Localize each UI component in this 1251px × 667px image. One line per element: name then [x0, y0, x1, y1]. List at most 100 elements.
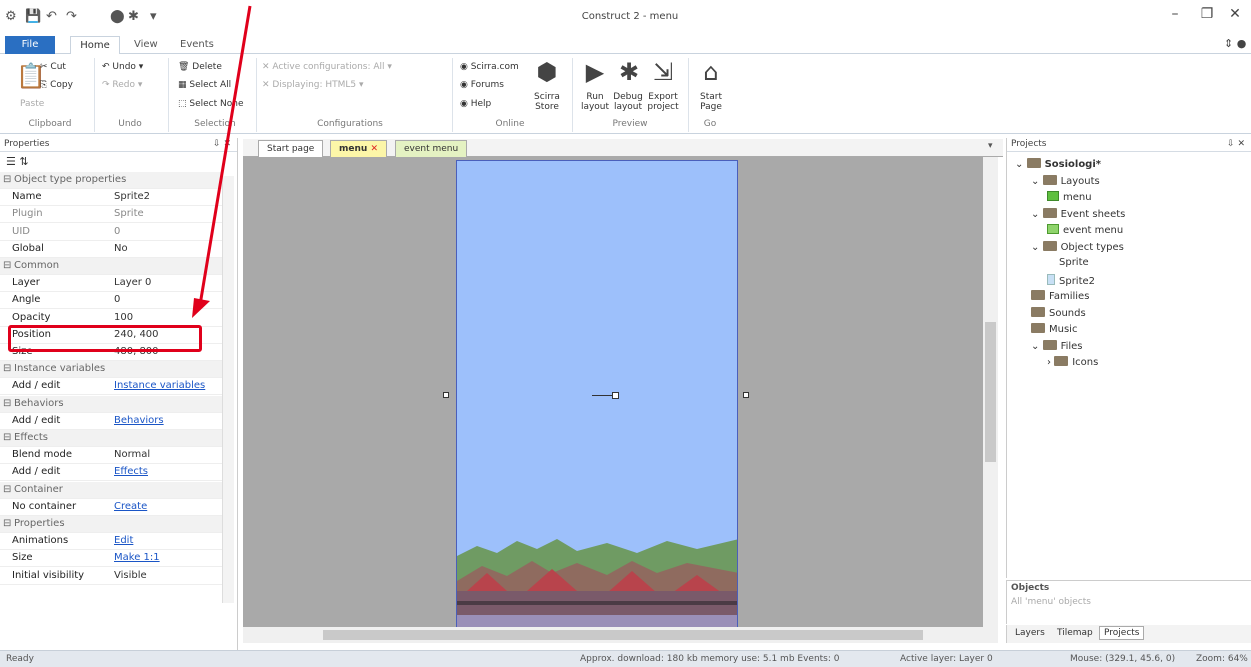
export-project-button[interactable]: Export project — [644, 92, 682, 112]
tree-item[interactable]: ⌄ Event sheets — [1031, 207, 1125, 220]
tree-item[interactable]: menu — [1047, 191, 1092, 203]
select-none-button[interactable]: ⬚ Select None — [178, 99, 243, 109]
property-link[interactable]: Effects — [114, 466, 148, 477]
property-row[interactable]: Layer Layer 0 — [0, 275, 222, 293]
tree-item[interactable]: Music — [1031, 323, 1077, 335]
minimize-button[interactable]: – — [1165, 6, 1185, 22]
close-tab-icon[interactable]: ✕ — [370, 144, 378, 154]
start-page-button[interactable]: Start Page — [696, 92, 726, 112]
tree-item[interactable]: ⌄ Files — [1031, 339, 1083, 352]
resize-handle-right[interactable] — [743, 392, 749, 398]
store-icon[interactable]: ⬢ — [530, 58, 564, 86]
property-section[interactable]: ⊟ Effects — [0, 430, 222, 447]
undo-button[interactable]: ↶ Undo ▾ — [102, 62, 143, 72]
run-layout-button[interactable]: Run layout — [578, 92, 612, 112]
property-row[interactable]: Plugin Sprite — [0, 206, 222, 224]
tab-file[interactable]: File — [5, 36, 55, 54]
collapse-icon[interactable]: ⊟ — [3, 398, 11, 409]
delete-button[interactable]: 🗑 Delete — [178, 62, 222, 72]
tree-item[interactable]: Sprite2 — [1047, 273, 1095, 287]
store-button[interactable]: Scirra Store — [532, 92, 562, 112]
collapse-icon[interactable]: ⊟ — [3, 518, 11, 529]
property-link[interactable]: Edit — [114, 535, 133, 546]
canvas-horizontal-scrollbar[interactable] — [243, 627, 998, 643]
cut-button[interactable]: ✂ Cut — [40, 62, 66, 72]
property-row[interactable]: Name Sprite2 — [0, 189, 222, 207]
property-section[interactable]: ⊟ Container — [0, 481, 222, 499]
property-row[interactable]: Initial visibility Visible — [0, 568, 222, 585]
collapse-icon[interactable]: ⊟ — [3, 484, 11, 495]
redo-button[interactable]: ↷ Redo ▾ — [102, 80, 142, 90]
chevron-down-icon[interactable]: ⌄ — [1031, 176, 1043, 187]
tree-item[interactable]: Families — [1031, 290, 1089, 302]
tree-item[interactable]: › Icons — [1047, 356, 1098, 368]
tab-home[interactable]: Home — [70, 36, 120, 55]
tab-event-menu[interactable]: event menu — [395, 140, 468, 157]
tab-layers[interactable]: Layers — [1015, 628, 1045, 638]
property-link[interactable]: Make 1:1 — [114, 552, 160, 563]
property-link[interactable]: Behaviors — [114, 415, 164, 426]
sort-icons[interactable]: ☰ ⇅ — [0, 152, 237, 170]
paste-button[interactable]: Paste — [20, 99, 44, 109]
property-row[interactable]: Animations Edit — [0, 533, 222, 551]
redo-icon[interactable]: ↷ — [66, 9, 77, 24]
layout-area[interactable] — [456, 160, 738, 628]
home-icon[interactable]: ⌂ — [694, 58, 728, 86]
run-layout-icon[interactable]: ▶ — [578, 58, 612, 86]
copy-button[interactable]: ⎘ Copy — [40, 80, 73, 90]
collapse-icon[interactable]: ⊟ — [3, 363, 11, 374]
active-configurations-dropdown[interactable]: ✕ Active configurations: All ▾ — [262, 62, 392, 72]
scroll-thumb[interactable] — [323, 630, 923, 640]
customize-icon[interactable]: ▾ — [150, 9, 157, 24]
property-section[interactable]: ⊟ Behaviors — [0, 395, 222, 413]
property-section[interactable]: ⊟ Properties — [0, 516, 222, 533]
save-icon[interactable]: 💾 — [25, 9, 41, 24]
scroll-thumb[interactable] — [985, 322, 996, 462]
property-row[interactable]: Blend mode Normal — [0, 447, 222, 465]
select-all-button[interactable]: ▦ Select All — [178, 80, 231, 90]
tab-view[interactable]: View — [124, 36, 168, 54]
chevron-down-icon[interactable]: ⌄ — [1031, 242, 1043, 253]
chevron-down-icon[interactable]: ⌄ — [1031, 341, 1043, 352]
tree-item[interactable]: ⌄ Object types — [1031, 240, 1124, 253]
chevron-right-icon[interactable]: › — [1047, 357, 1054, 368]
canvas-vertical-scrollbar[interactable] — [983, 157, 998, 627]
property-section[interactable]: ⊟ Instance variables — [0, 361, 222, 379]
restore-button[interactable]: ❐ — [1197, 6, 1217, 22]
property-section[interactable]: ⊟ Object type properties — [0, 172, 222, 189]
tab-events[interactable]: Events — [170, 36, 224, 54]
pin-close-icon[interactable]: ⇩ ✕ — [213, 139, 231, 149]
run-icon[interactable]: ⬤ — [110, 9, 125, 24]
tree-item[interactable]: event menu — [1047, 224, 1123, 236]
properties-scrollbar[interactable] — [222, 176, 234, 603]
property-link[interactable]: Instance variables — [114, 380, 205, 391]
export-icon[interactable]: ⇲ — [646, 58, 680, 86]
ribbon-collapse-icon[interactable]: ⇕ ● — [1224, 37, 1246, 50]
resize-handle-left[interactable] — [443, 392, 449, 398]
property-row[interactable]: Angle 0 — [0, 292, 222, 310]
tree-item[interactable]: ⌄ Sosiologi* — [1015, 158, 1101, 170]
property-row[interactable]: No container Create — [0, 499, 222, 516]
property-section[interactable]: ⊟ Common — [0, 258, 222, 275]
pin-close-icon[interactable]: ⇩ ✕ — [1227, 139, 1245, 149]
debug-layout-button[interactable]: Debug layout — [610, 92, 646, 112]
property-link[interactable]: Create — [114, 501, 147, 512]
debug-icon[interactable]: ✱ — [612, 58, 646, 86]
displaying-dropdown[interactable]: ✕ Displaying: HTML5 ▾ — [262, 80, 364, 90]
forums-link[interactable]: ◉ Forums — [460, 80, 504, 90]
tab-start-page[interactable]: Start page — [258, 140, 324, 157]
collapse-icon[interactable]: ⊟ — [3, 260, 11, 271]
tree-item[interactable]: ⌄ Layouts — [1031, 174, 1100, 187]
property-row[interactable]: Global No — [0, 241, 222, 258]
chevron-down-icon[interactable]: ⌄ — [1015, 159, 1027, 170]
property-row[interactable]: Add / edit Instance variables — [0, 378, 222, 396]
tree-item[interactable]: Sprite — [1047, 257, 1089, 268]
tab-dropdown-icon[interactable]: ▾ — [988, 141, 993, 151]
collapse-icon[interactable]: ⊟ — [3, 174, 11, 185]
debug-icon[interactable]: ✱ — [128, 9, 139, 24]
chevron-down-icon[interactable]: ⌄ — [1031, 209, 1043, 220]
property-row[interactable]: Add / edit Behaviors — [0, 413, 222, 430]
objects-filter[interactable]: All 'menu' objects — [1007, 595, 1251, 609]
tab-tilemap[interactable]: Tilemap — [1057, 628, 1093, 638]
undo-icon[interactable]: ↶ — [46, 9, 57, 24]
